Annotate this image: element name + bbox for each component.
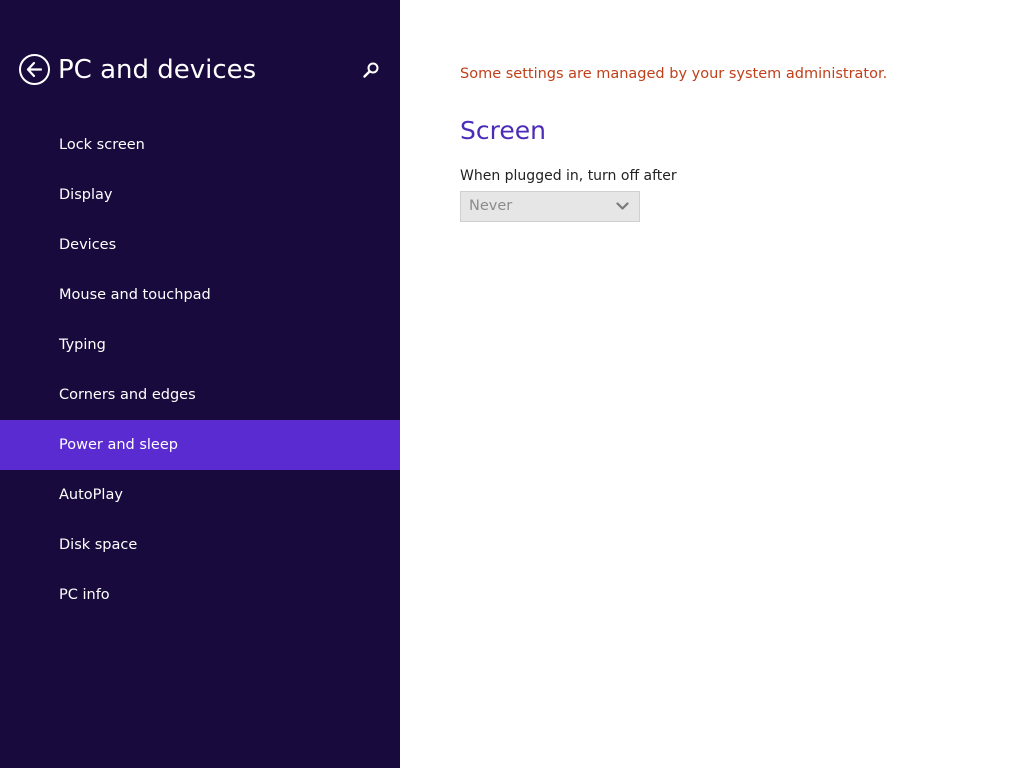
nav-item-corners-and-edges[interactable]: Corners and edges xyxy=(0,370,400,420)
nav-item-devices[interactable]: Devices xyxy=(0,220,400,270)
settings-window: PC and devices Lock screen Display Devic… xyxy=(0,0,1024,768)
back-button[interactable] xyxy=(19,54,50,85)
screen-timeout-label: When plugged in, turn off after xyxy=(460,168,677,184)
nav-item-power-and-sleep[interactable]: Power and sleep xyxy=(0,420,400,470)
nav-item-display[interactable]: Display xyxy=(0,170,400,220)
back-arrow-icon xyxy=(26,61,43,78)
dropdown-value: Never xyxy=(469,198,513,214)
nav-item-autoplay[interactable]: AutoPlay xyxy=(0,470,400,520)
admin-notice: Some settings are managed by your system… xyxy=(460,66,888,82)
nav-item-pc-info[interactable]: PC info xyxy=(0,570,400,620)
nav-item-typing[interactable]: Typing xyxy=(0,320,400,370)
nav-item-mouse-and-touchpad[interactable]: Mouse and touchpad xyxy=(0,270,400,320)
search-button[interactable] xyxy=(360,59,382,81)
section-heading: Screen xyxy=(460,116,546,145)
page-title: PC and devices xyxy=(58,55,257,85)
chevron-down-icon xyxy=(616,202,629,210)
nav-item-lock-screen[interactable]: Lock screen xyxy=(0,120,400,170)
search-icon xyxy=(363,62,379,78)
nav-list: Lock screen Display Devices Mouse and to… xyxy=(0,120,400,620)
content-pane: Some settings are managed by your system… xyxy=(460,0,1000,768)
nav-item-disk-space[interactable]: Disk space xyxy=(0,520,400,570)
screen-timeout-dropdown[interactable]: Never xyxy=(460,191,640,222)
nav-pane: PC and devices Lock screen Display Devic… xyxy=(0,0,400,768)
